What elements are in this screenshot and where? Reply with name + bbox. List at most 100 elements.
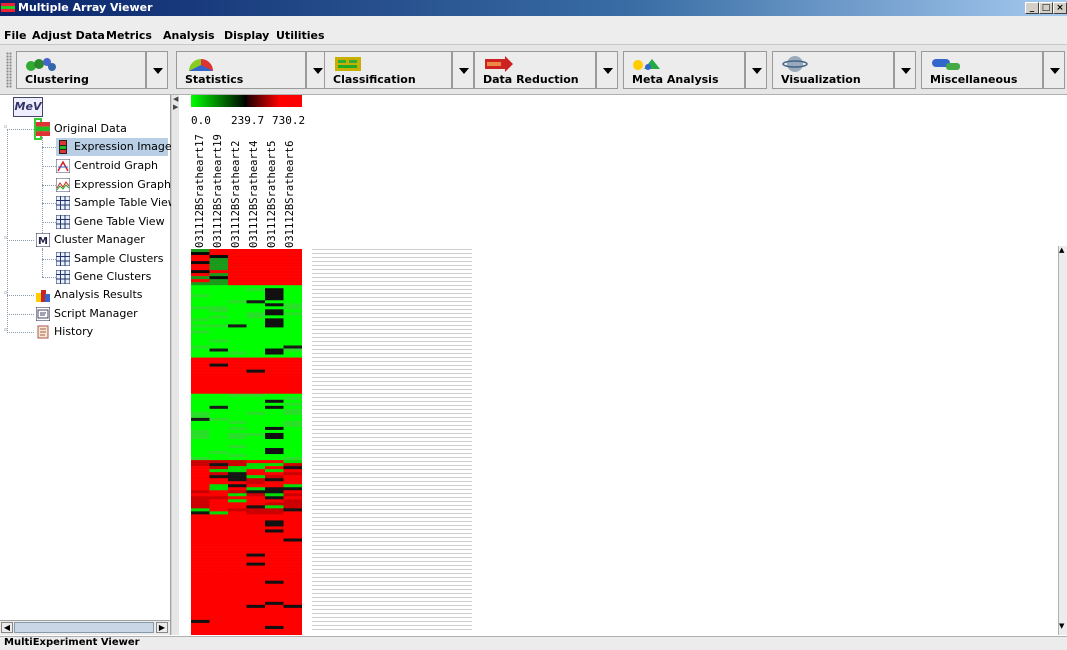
heatmap-cell[interactable]: [265, 619, 284, 624]
heatmap-cell[interactable]: [191, 505, 210, 509]
heatmap-cell[interactable]: [209, 553, 229, 557]
heatmap-cell[interactable]: [283, 405, 303, 410]
heatmap-cell[interactable]: [265, 261, 284, 265]
heatmap-cell[interactable]: [265, 279, 284, 283]
heatmap-cell[interactable]: [265, 375, 284, 379]
heatmap-cell[interactable]: [228, 315, 247, 319]
heatmap-cell[interactable]: [246, 312, 266, 316]
heatmap-cell[interactable]: [246, 583, 266, 588]
heatmap-cell[interactable]: [209, 267, 229, 271]
heatmap-cell[interactable]: [228, 478, 247, 482]
heatmap-cell[interactable]: [246, 327, 266, 331]
heatmap-cell[interactable]: [228, 261, 247, 265]
heatmap-cell[interactable]: [209, 619, 229, 624]
heatmap-cell[interactable]: [209, 580, 229, 585]
heatmap-cell[interactable]: [191, 306, 210, 310]
toolbar-grip[interactable]: [6, 52, 12, 88]
heatmap-cell[interactable]: [265, 604, 284, 609]
heatmap-cell[interactable]: [191, 445, 210, 449]
heatmap-cell[interactable]: [265, 466, 284, 470]
heatmap-cell[interactable]: [265, 481, 284, 485]
heatmap-cell[interactable]: [265, 306, 284, 310]
heatmap-cell[interactable]: [191, 255, 210, 259]
heatmap-cell[interactable]: [191, 496, 210, 500]
heatmap-cell[interactable]: [246, 414, 266, 419]
heatmap-cell[interactable]: [283, 496, 303, 500]
heatmap-cell[interactable]: [246, 363, 266, 367]
data-reduction-button[interactable]: Data Reduction: [474, 51, 596, 89]
heatmap-cell[interactable]: [191, 303, 210, 307]
heatmap-cell[interactable]: [265, 402, 284, 407]
heatmap-cell[interactable]: [228, 288, 247, 292]
heatmap-cell[interactable]: [283, 330, 303, 334]
heatmap-cell[interactable]: [209, 574, 229, 579]
heatmap-cell[interactable]: [283, 363, 303, 367]
heatmap-cell[interactable]: [283, 360, 303, 364]
heatmap-cell[interactable]: [283, 270, 303, 274]
heatmap-cell[interactable]: [283, 544, 303, 548]
heatmap-cell[interactable]: [265, 372, 284, 376]
heatmap-cell[interactable]: [191, 571, 210, 575]
heatmap-cell[interactable]: [283, 324, 303, 328]
heatmap-cell[interactable]: [191, 258, 210, 262]
heatmap-cell[interactable]: [191, 318, 210, 322]
heatmap-cell[interactable]: [246, 484, 266, 488]
heatmap-cell[interactable]: [246, 574, 266, 579]
heatmap-cell[interactable]: [209, 457, 229, 461]
heatmap-cell[interactable]: [228, 571, 247, 575]
heatmap-cell[interactable]: [191, 429, 210, 434]
heatmap-cell[interactable]: [191, 556, 210, 560]
heatmap-cell[interactable]: [228, 511, 247, 515]
heatmap-cell[interactable]: [283, 258, 303, 262]
heatmap-cell[interactable]: [228, 369, 247, 373]
heatmap-cell[interactable]: [265, 393, 284, 398]
heatmap-cell[interactable]: [265, 330, 284, 334]
heatmap-cell[interactable]: [209, 622, 229, 627]
heatmap-cell[interactable]: [228, 357, 247, 361]
heatmap-cell[interactable]: [228, 565, 247, 569]
heatmap-cell[interactable]: [228, 432, 247, 437]
heatmap-cell[interactable]: [265, 607, 284, 612]
heatmap-cell[interactable]: [246, 435, 266, 440]
heatmap-cell[interactable]: [228, 270, 247, 274]
heatmap-cell[interactable]: [283, 478, 303, 482]
heatmap-cell[interactable]: [265, 550, 284, 554]
heatmap-cell[interactable]: [265, 387, 284, 392]
menu-file[interactable]: File: [4, 29, 27, 42]
heatmap-cell[interactable]: [209, 517, 229, 521]
heatmap-cell[interactable]: [246, 426, 266, 431]
heatmap-cell[interactable]: [265, 264, 284, 268]
heatmap-cell[interactable]: [191, 589, 210, 594]
heatmap-cell[interactable]: [283, 309, 303, 313]
heatmap-cell[interactable]: [265, 408, 284, 413]
heatmap-cell[interactable]: [228, 589, 247, 594]
heatmap-cell[interactable]: [265, 390, 284, 395]
heatmap-cell[interactable]: [283, 448, 303, 452]
heatmap-cell[interactable]: [246, 529, 266, 533]
heatmap-cell[interactable]: [283, 327, 303, 331]
heatmap-cell[interactable]: [265, 309, 284, 313]
heatmap-cell[interactable]: [228, 276, 247, 280]
heatmap-cell[interactable]: [283, 466, 303, 470]
heatmap-cell[interactable]: [228, 544, 247, 548]
heatmap-cell[interactable]: [209, 327, 229, 331]
heatmap-cell[interactable]: [283, 511, 303, 515]
heatmap-cell[interactable]: [246, 541, 266, 545]
heatmap-cell[interactable]: [265, 339, 284, 343]
heatmap-cell[interactable]: [209, 532, 229, 536]
heatmap-cell[interactable]: [209, 529, 229, 533]
heatmap-cell[interactable]: [228, 339, 247, 343]
heatmap-cell[interactable]: [228, 411, 247, 416]
heatmap-cell[interactable]: [246, 502, 266, 506]
heatmap-cell[interactable]: [209, 568, 229, 572]
heatmap-cell[interactable]: [265, 442, 284, 446]
heatmap-cell[interactable]: [191, 553, 210, 557]
heatmap-cell[interactable]: [246, 438, 266, 443]
heatmap-cell[interactable]: [246, 249, 266, 253]
heatmap-cell[interactable]: [209, 261, 229, 265]
heatmap-cell[interactable]: [228, 535, 247, 539]
heatmap-cell[interactable]: [209, 628, 229, 633]
heatmap-cell[interactable]: [265, 267, 284, 271]
heatmap-cell[interactable]: [191, 469, 210, 473]
heatmap-cell[interactable]: [246, 378, 266, 382]
